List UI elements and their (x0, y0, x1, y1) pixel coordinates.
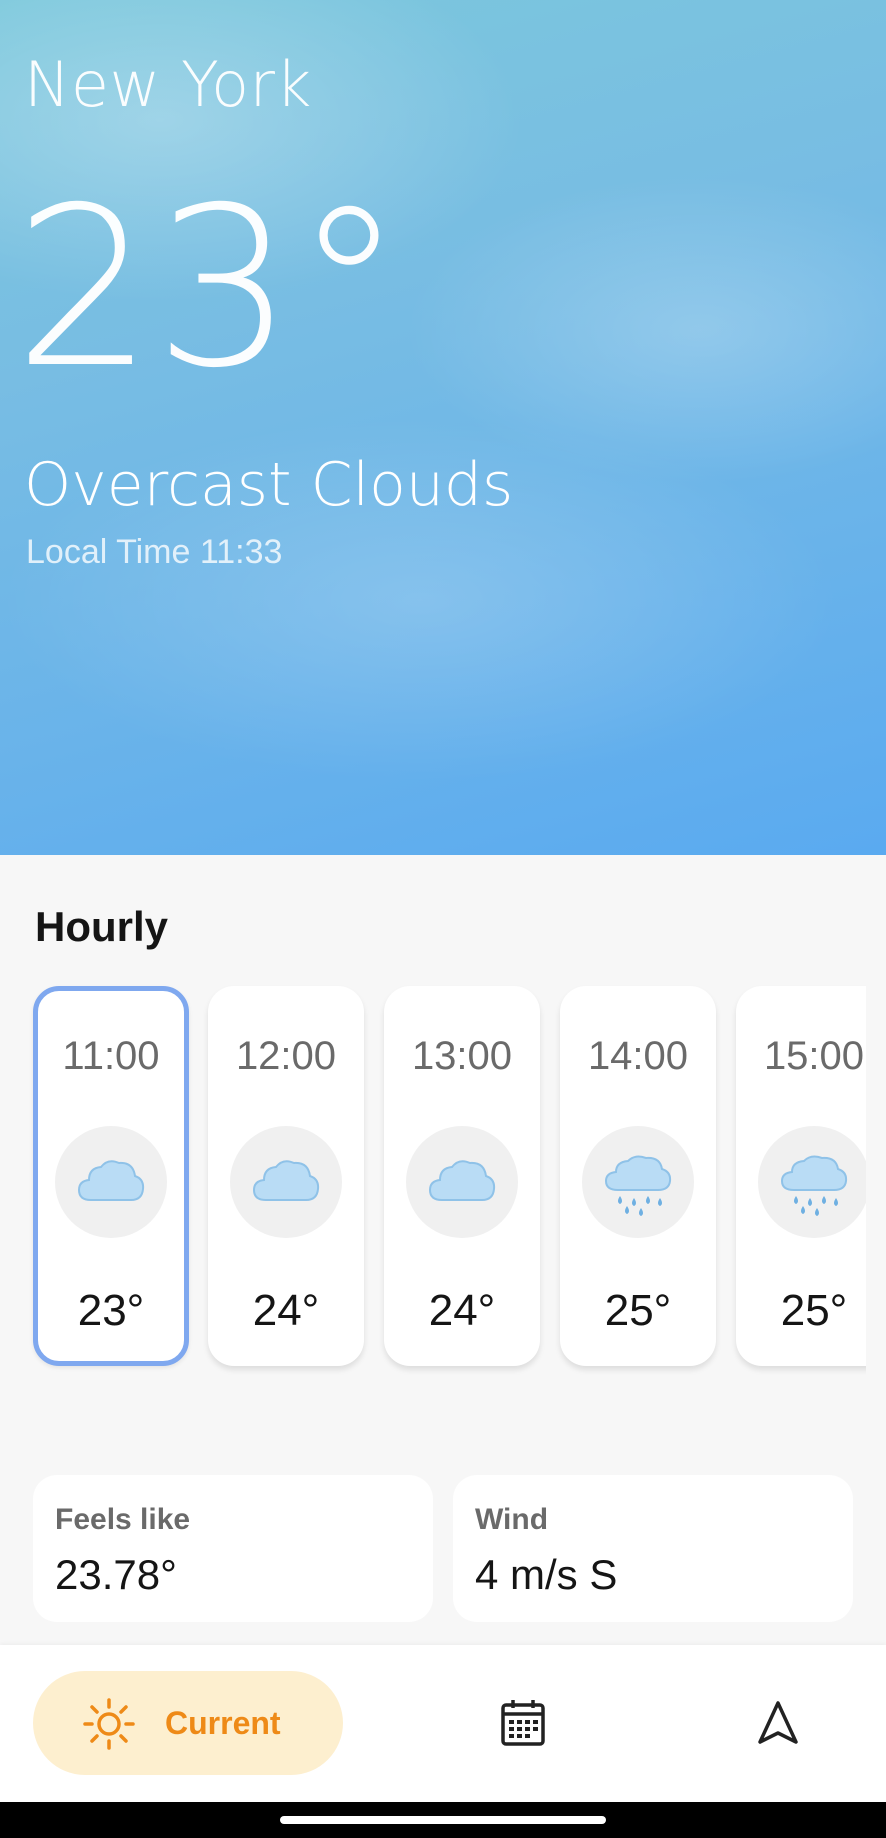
hour-time: 11:00 (62, 1034, 160, 1078)
bottom-navigation: Current (0, 1645, 886, 1802)
hour-temperature: 24° (252, 1286, 320, 1335)
navigation-arrow-icon (758, 1701, 798, 1744)
rain-cloud-icon (758, 1126, 866, 1238)
hourly-card[interactable]: 12:00 24° (208, 986, 364, 1366)
hour-temperature: 24° (428, 1286, 496, 1335)
hour-temperature: 25° (604, 1286, 672, 1335)
local-time: Local Time 11:33 (26, 533, 283, 571)
rain-cloud-icon (582, 1126, 694, 1238)
hourly-card[interactable]: 14:00 25° (560, 986, 716, 1366)
current-temperature: 23° (14, 160, 404, 416)
hour-time: 13:00 (411, 1034, 513, 1078)
system-navigation-bar (0, 1802, 886, 1838)
wind-label: Wind (475, 1503, 549, 1536)
cloud-icon (230, 1126, 342, 1238)
feels-like-card: Feels like 23.78° (33, 1475, 433, 1622)
sun-icon (83, 1698, 135, 1750)
hourly-forecast-list[interactable]: 11:00 23° 12:00 24° 13:00 24° 14:00 25° … (0, 980, 866, 1380)
home-indicator[interactable] (280, 1816, 606, 1824)
wind-value: 4 m/s S (475, 1551, 618, 1598)
nav-current-label: Current (165, 1705, 281, 1741)
city-name: New York (24, 48, 312, 121)
cloud-icon (55, 1126, 167, 1238)
nav-forecast-tab[interactable] (498, 1698, 548, 1753)
hourly-card[interactable]: 13:00 24° (384, 986, 540, 1366)
feels-like-label: Feels like (55, 1503, 191, 1536)
weather-hero: New York 23° Overcast Clouds Local Time … (0, 0, 886, 855)
feels-like-value: 23.78° (55, 1551, 177, 1598)
calendar-icon (501, 1700, 545, 1746)
cloud-icon (406, 1126, 518, 1238)
wind-card: Wind 4 m/s S (453, 1475, 853, 1622)
hour-time: 15:00 (763, 1034, 865, 1078)
hourly-card[interactable]: 15:00 25° (736, 986, 866, 1366)
hour-time: 12:00 (235, 1034, 337, 1078)
weather-condition: Overcast Clouds (24, 450, 514, 520)
hourly-card[interactable]: 11:00 23° (33, 986, 189, 1366)
hour-temperature: 25° (780, 1286, 848, 1335)
hour-time: 14:00 (587, 1034, 689, 1078)
hour-temperature: 23° (77, 1286, 145, 1335)
nav-current-tab[interactable]: Current (33, 1671, 343, 1775)
hourly-title: Hourly (35, 903, 169, 950)
nav-location-tab[interactable] (756, 1700, 800, 1751)
